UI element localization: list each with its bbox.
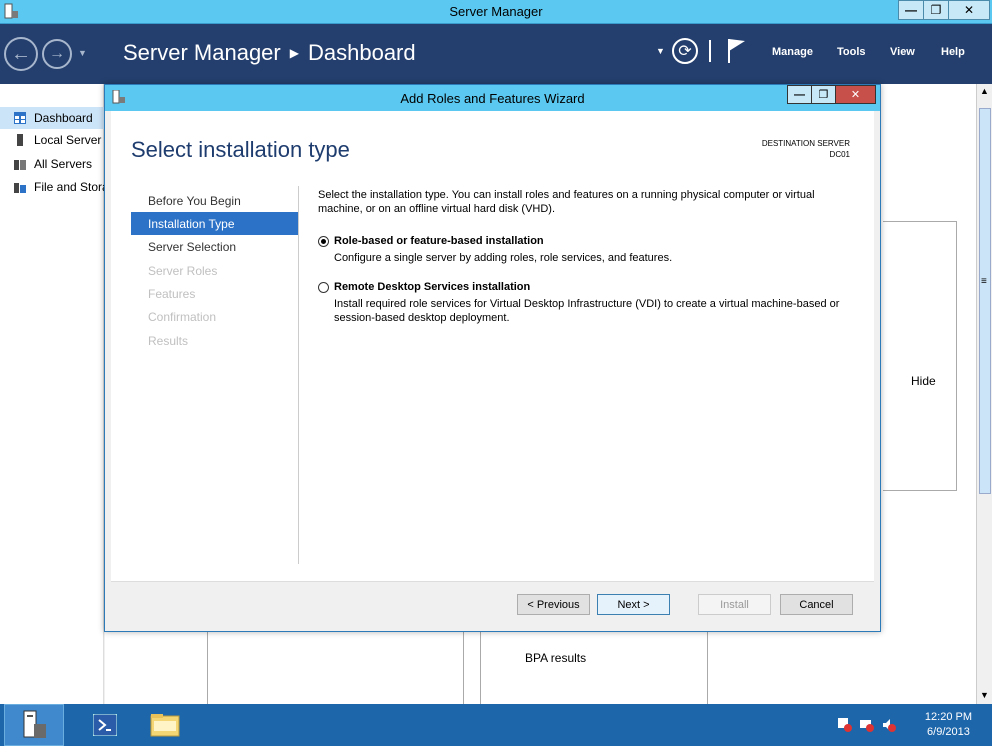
- clock-time: 12:20 PM: [924, 711, 972, 723]
- scroll-down-icon[interactable]: ▼: [980, 690, 989, 700]
- step-before-you-begin[interactable]: Before You Begin: [131, 189, 298, 212]
- back-button[interactable]: ←: [4, 37, 38, 71]
- step-installation-type[interactable]: Installation Type: [131, 212, 298, 235]
- minimize-button[interactable]: —: [898, 0, 924, 20]
- next-button[interactable]: Next >: [597, 594, 670, 615]
- sidebar-item-all-servers[interactable]: All Servers: [0, 153, 104, 175]
- server-icon: [17, 134, 23, 146]
- vertical-scrollbar[interactable]: ▲ ≡ ▼: [976, 84, 992, 704]
- taskbar-powershell[interactable]: [80, 704, 130, 746]
- window-title: Server Manager: [449, 4, 543, 19]
- wizard-titlebar[interactable]: Add Roles and Features Wizard — ❐ ✕: [105, 85, 880, 111]
- clock[interactable]: 12:20 PM 6/9/2013: [925, 710, 972, 740]
- role-based-radio[interactable]: [318, 236, 329, 247]
- wizard-title: Add Roles and Features Wizard: [400, 91, 585, 106]
- menu-view[interactable]: View: [890, 46, 915, 58]
- scroll-grip-icon: ≡: [981, 276, 987, 287]
- option-remote-desktop[interactable]: Remote Desktop Services installation Ins…: [318, 281, 858, 327]
- forward-button[interactable]: →: [42, 39, 72, 69]
- role-based-title[interactable]: Role-based or feature-based installation: [334, 235, 544, 247]
- sidebar-item-label: All Servers: [34, 157, 93, 171]
- step-results: Results: [148, 333, 189, 348]
- step-server-roles: Server Roles: [148, 263, 218, 278]
- breadcrumb-separator-icon: ▶: [289, 46, 299, 60]
- back-arrow-icon: ←: [11, 42, 31, 65]
- close-button[interactable]: ✕: [948, 0, 990, 20]
- sidebar-item-label: Local Server: [34, 133, 102, 147]
- install-button: Install: [698, 594, 771, 615]
- action-center-icon[interactable]: [838, 718, 852, 732]
- server-manager-taskbar-icon: [23, 710, 46, 738]
- wizard-minimize-button[interactable]: —: [787, 85, 812, 104]
- sidebar-item-dashboard[interactable]: Dashboard: [0, 107, 104, 129]
- installation-type-description: Select the installation type. You can in…: [318, 189, 815, 215]
- destination-server: DESTINATION SERVER DC01: [762, 138, 850, 160]
- breadcrumb: Server Manager ▶ Dashboard: [123, 40, 416, 66]
- history-dropdown-icon[interactable]: ▼: [78, 48, 87, 58]
- server-manager-titlebar[interactable]: Server Manager — ❐ ✕: [0, 0, 992, 24]
- add-roles-wizard: Add Roles and Features Wizard — ❐ ✕ Sele…: [104, 84, 881, 632]
- network-icon[interactable]: [860, 718, 874, 732]
- taskbar-file-explorer[interactable]: [140, 704, 190, 746]
- menu-tools[interactable]: Tools: [837, 46, 866, 58]
- powershell-icon: [93, 714, 117, 736]
- dashboard-icon: [14, 112, 26, 124]
- tile-bpa-results[interactable]: BPA results: [525, 651, 586, 665]
- all-servers-icon: [14, 160, 26, 170]
- previous-button[interactable]: < Previous: [517, 594, 590, 615]
- refresh-dropdown-icon[interactable]: ▼: [656, 46, 665, 56]
- step-confirmation: Confirmation: [148, 309, 217, 324]
- scroll-thumb[interactable]: [979, 108, 991, 494]
- breadcrumb-page: Dashboard: [307, 40, 416, 65]
- scroll-up-icon[interactable]: ▲: [980, 86, 989, 96]
- menu-manage[interactable]: Manage: [772, 46, 813, 58]
- step-features: Features: [148, 286, 196, 301]
- step-server-selection[interactable]: Server Selection: [131, 235, 298, 258]
- remote-desktop-title[interactable]: Remote Desktop Services installation: [334, 281, 530, 293]
- option-role-based[interactable]: Role-based or feature-based installation…: [318, 235, 858, 265]
- taskbar-server-manager[interactable]: [4, 704, 64, 746]
- wizard-footer: < Previous Next > Install Cancel: [111, 581, 874, 623]
- sidebar-item-file-storage[interactable]: File and Storage Services: [0, 176, 104, 198]
- destination-server-value: DC01: [829, 150, 850, 159]
- file-explorer-icon: [150, 714, 180, 737]
- sidebar: Dashboard Local Server All Servers File …: [0, 84, 104, 704]
- cancel-button[interactable]: Cancel: [780, 594, 853, 615]
- sidebar-item-label: File and Storage Services: [34, 180, 104, 194]
- forward-arrow-icon: →: [49, 45, 65, 62]
- refresh-glyph: ⟳: [678, 43, 692, 60]
- menu-help[interactable]: Help: [941, 46, 965, 58]
- clock-date: 6/9/2013: [927, 726, 970, 738]
- page-title: Select installation type: [131, 137, 350, 162]
- server-manager-header: ← → ▼ Server Manager ▶ Dashboard ▼ ⟳ Manag…: [0, 24, 992, 84]
- file-storage-icon: [14, 183, 26, 193]
- refresh-icon[interactable]: ⟳: [672, 38, 698, 64]
- header-divider: [709, 40, 711, 62]
- breadcrumb-app: Server Manager: [123, 40, 281, 65]
- role-based-desc: Configure a single server by adding role…: [334, 252, 673, 264]
- welcome-panel: [883, 221, 957, 491]
- remote-desktop-radio[interactable]: [318, 282, 329, 293]
- notifications-flag-icon[interactable]: [727, 37, 747, 65]
- sidebar-item-local-server[interactable]: Local Server: [0, 129, 104, 151]
- sidebar-item-label: Dashboard: [34, 111, 93, 125]
- wizard-main: Select installation type DESTINATION SER…: [111, 111, 874, 581]
- destination-server-label: DESTINATION SERVER: [761, 139, 850, 148]
- steps-divider: [298, 186, 299, 564]
- wizard-close-button[interactable]: ✕: [835, 85, 876, 104]
- hide-link[interactable]: Hide: [911, 374, 936, 388]
- remote-desktop-desc: Install required role services for Virtu…: [334, 298, 840, 324]
- taskbar: 12:20 PM 6/9/2013: [0, 704, 992, 746]
- volume-icon[interactable]: [882, 718, 896, 732]
- wizard-maximize-button[interactable]: ❐: [811, 85, 836, 104]
- maximize-button[interactable]: ❐: [923, 0, 949, 20]
